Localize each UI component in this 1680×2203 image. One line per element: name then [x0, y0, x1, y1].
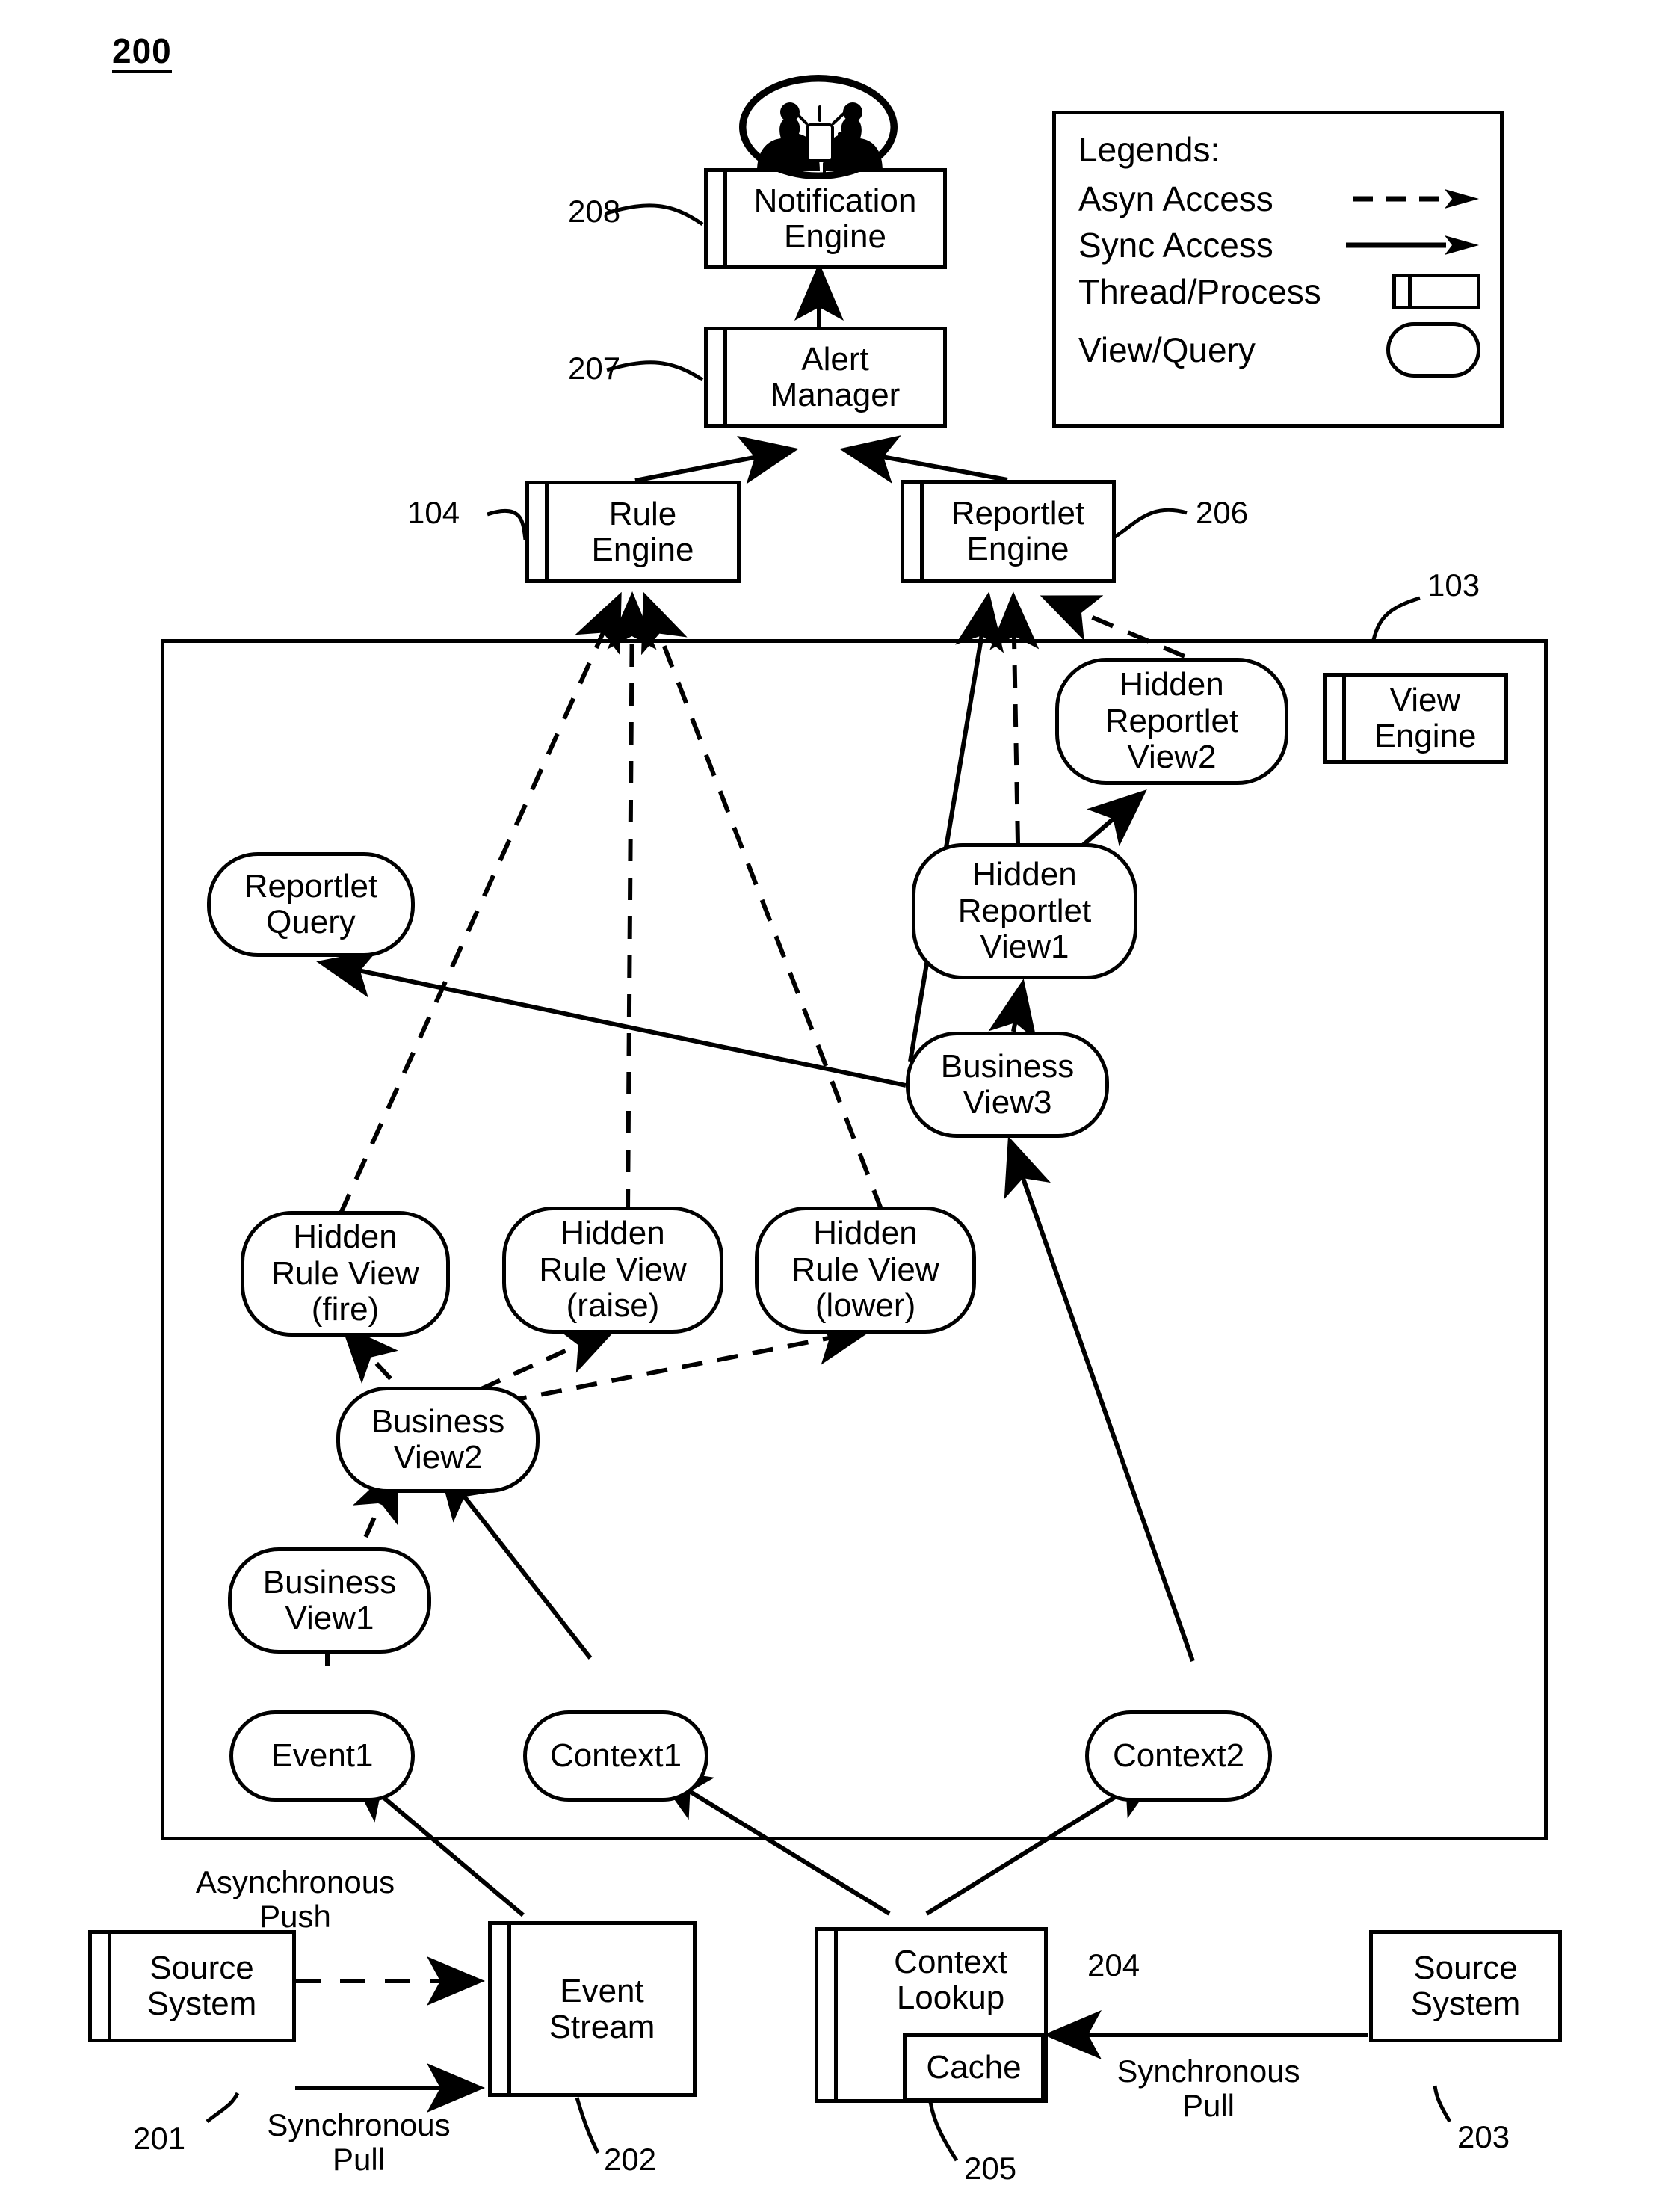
legend-row-thread-process: Thread/Process [1078, 269, 1480, 314]
context1-label: Context1 [549, 1737, 682, 1774]
ref-201: 201 [133, 2121, 186, 2156]
hidden-rule-view-lower-node[interactable]: Hidden Rule View (lower) [755, 1207, 976, 1334]
asynchronous-push-label: Asynchronous Push [195, 1864, 395, 1935]
thread-stripe-icon [92, 1934, 111, 2039]
hidden-rule-view-raise-label: Hidden Rule View (raise) [539, 1215, 687, 1325]
ref-207: 207 [568, 351, 621, 386]
leader-103 [1371, 596, 1421, 641]
leader-206 [1114, 508, 1188, 539]
ref-206: 206 [1196, 495, 1249, 530]
ref-103: 103 [1427, 567, 1480, 603]
business-view3-label: Business View3 [940, 1047, 1075, 1121]
reportlet-query-label: Reportlet Query [244, 867, 378, 940]
event-stream-box[interactable]: Event Stream [488, 1921, 697, 2097]
notification-engine-label: Notification Engine [753, 182, 917, 255]
ref-205: 205 [964, 2151, 1017, 2186]
thread-stripe-icon [529, 484, 549, 579]
business-view2-node[interactable]: Business View2 [336, 1387, 540, 1493]
source-system-203-label: Source System [1410, 1950, 1521, 2022]
business-view3-node[interactable]: Business View3 [906, 1032, 1109, 1138]
ref-202: 202 [604, 2142, 657, 2177]
view-engine-box[interactable]: View Engine [1323, 673, 1508, 764]
process-box-icon [1321, 273, 1480, 309]
hidden-reportlet-view2-label: Hidden Reportlet View2 [1105, 666, 1239, 776]
reportlet-engine-box[interactable]: Reportlet Engine [901, 480, 1116, 583]
source-system-203-box[interactable]: Source System [1369, 1930, 1562, 2042]
thread-stripe-icon [818, 1931, 838, 2099]
event1-node[interactable]: Event1 [229, 1710, 415, 1802]
alert-manager-label: Alert Manager [770, 340, 901, 413]
hidden-rule-view-fire-label: Hidden Rule View (fire) [271, 1218, 419, 1328]
context2-label: Context2 [1112, 1737, 1245, 1774]
hidden-reportlet-view1-node[interactable]: Hidden Reportlet View1 [912, 843, 1137, 979]
ref-208: 208 [568, 194, 621, 229]
leader-104 [487, 508, 528, 540]
solid-arrow-icon [1273, 233, 1480, 257]
business-view1-node[interactable]: Business View1 [228, 1547, 431, 1654]
event-stream-label: Event Stream [549, 1972, 655, 2045]
ref-203: 203 [1457, 2119, 1510, 2154]
rule-engine-box[interactable]: Rule Engine [525, 481, 741, 583]
legend-label-thread-process: Thread/Process [1078, 271, 1321, 311]
synchronous-pull-left-label: Synchronous Pull [267, 2107, 451, 2178]
legend-row-view-query: View/Query [1078, 315, 1480, 384]
context2-node[interactable]: Context2 [1085, 1710, 1272, 1802]
business-view2-label: Business View2 [371, 1402, 505, 1476]
thread-stripe-icon [904, 484, 924, 579]
leader-205 [928, 2101, 959, 2162]
hidden-rule-view-lower-label: Hidden Rule View (lower) [791, 1215, 939, 1325]
patent-figure-200: 200 Notification Engine 208 Alert Manage… [0, 0, 1680, 2203]
legend-label-view-query: View/Query [1078, 330, 1256, 369]
source-system-201-box[interactable]: Source System [88, 1930, 296, 2042]
event1-label: Event1 [271, 1737, 374, 1774]
rule-engine-label: Rule Engine [591, 495, 694, 568]
thread-stripe-icon [492, 1925, 511, 2093]
legend-box: Legends: Asyn Access Sync Access Thread/… [1052, 111, 1504, 428]
rounded-view-icon [1256, 321, 1480, 378]
legend-row-asyn-access: Asyn Access [1078, 176, 1480, 221]
hidden-reportlet-view2-node[interactable]: Hidden Reportlet View2 [1055, 658, 1288, 785]
reportlet-query-node[interactable]: Reportlet Query [207, 852, 415, 957]
leader-205-stream [575, 2097, 600, 2154]
source-system-201-label: Source System [146, 1950, 257, 2022]
figure-number: 200 [112, 34, 172, 73]
reportlet-engine-label: Reportlet Engine [951, 495, 1085, 567]
legend-label-asyn-access: Asyn Access [1078, 179, 1273, 218]
edge-rule-to-alert [634, 435, 799, 484]
hidden-rule-view-raise-node[interactable]: Hidden Rule View (raise) [502, 1207, 723, 1334]
thread-stripe-icon [1327, 677, 1346, 760]
alert-manager-box[interactable]: Alert Manager [704, 327, 947, 428]
leader-208 [606, 203, 704, 227]
dashed-arrow-icon [1273, 187, 1480, 211]
legend-label-sync-access: Sync Access [1078, 225, 1273, 265]
view-engine-label: View Engine [1374, 682, 1477, 754]
context1-node[interactable]: Context1 [523, 1710, 708, 1802]
edge-reportlet-to-alert [839, 435, 1008, 484]
hidden-rule-view-fire-node[interactable]: Hidden Rule View (fire) [241, 1211, 450, 1337]
thread-stripe-icon [708, 330, 727, 424]
leader-203 [1433, 2085, 1452, 2123]
legend-row-sync-access: Sync Access [1078, 223, 1480, 268]
notification-globe-people-icon [736, 71, 901, 187]
context-lookup-label: Context Lookup [894, 1944, 1007, 2016]
ref-104: 104 [407, 495, 460, 530]
cache-box[interactable]: Cache [903, 2033, 1045, 2102]
leader-207 [606, 360, 704, 382]
ref-204: 204 [1087, 1947, 1140, 1982]
synchronous-pull-right-label: Synchronous Pull [1117, 2053, 1300, 2124]
legend-title: Legends: [1078, 130, 1220, 169]
business-view1-label: Business View1 [262, 1563, 397, 1636]
thread-stripe-icon [708, 172, 727, 265]
cache-label: Cache [926, 2049, 1022, 2086]
hidden-reportlet-view1-label: Hidden Reportlet View1 [957, 856, 1092, 966]
